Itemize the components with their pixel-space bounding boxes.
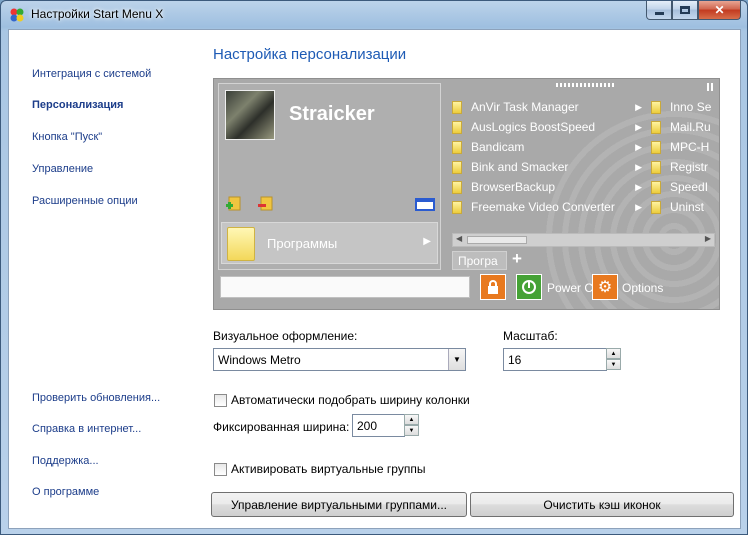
sidebar: Интеграция с системой Персонализация Кно… [9, 30, 204, 528]
power-label: Power C [547, 281, 594, 295]
grip-handle [556, 83, 616, 87]
chevron-down-icon[interactable]: ▼ [448, 349, 465, 370]
fixed-width-stepper[interactable]: 200 ▲ ▼ [352, 414, 419, 437]
program-list-2: Inno Se Mail.Ru MPC-H Registr SpeedI Uni… [651, 97, 715, 217]
settings-window: Настройки Start Menu X ✕ Интеграция с си… [0, 0, 748, 535]
folder-icon [452, 100, 462, 114]
app-icon [9, 7, 25, 23]
scale-spin-buttons: ▲ ▼ [606, 348, 621, 371]
add-tab-icon[interactable]: + [512, 249, 522, 269]
resize-grip [707, 83, 715, 91]
window-icon [415, 195, 435, 213]
visual-style-label: Визуальное оформление: [213, 329, 358, 343]
list-item[interactable]: BrowserBackup ▶ [452, 177, 642, 197]
support-link[interactable]: Поддержка... [32, 455, 99, 467]
scrollbar-thumb[interactable] [467, 236, 527, 244]
online-help-link[interactable]: Справка в интернет... [32, 423, 141, 435]
folder-icon [651, 200, 661, 214]
manage-virtual-groups-button[interactable]: Управление виртуальными группами... [211, 492, 467, 517]
folder-icon [651, 120, 661, 134]
programs-item[interactable]: Программы ▶ [221, 222, 438, 264]
client-area: Интеграция с системой Персонализация Кно… [8, 29, 741, 529]
preview-icon-row [225, 195, 435, 217]
list-item[interactable]: Freemake Video Converter ▶ [452, 197, 642, 217]
folder-icon [651, 100, 661, 114]
increment-icon[interactable]: ▲ [404, 414, 419, 425]
clear-icon-cache-button[interactable]: Очистить кэш иконок [470, 492, 734, 517]
list-item[interactable]: Inno Se [651, 97, 715, 117]
auto-width-checkbox[interactable] [214, 394, 227, 407]
title-bar[interactable]: Настройки Start Menu X ✕ [1, 1, 747, 28]
folder-icon [651, 140, 661, 154]
options-label: Options [622, 281, 664, 295]
fixed-width-spin-buttons: ▲ ▼ [404, 414, 419, 437]
fixed-width-label: Фиксированная ширина: [213, 420, 350, 434]
sidebar-item-personalization[interactable]: Персонализация [32, 99, 123, 111]
tab-programs[interactable]: Програ [452, 251, 507, 270]
gear-icon[interactable]: ⚙ [592, 274, 618, 300]
minimize-icon [654, 11, 664, 15]
folder-icon [452, 120, 462, 134]
virtual-groups-label: Активировать виртуальные группы [231, 462, 426, 476]
window-title: Настройки Start Menu X [31, 7, 164, 21]
avatar [225, 90, 275, 140]
preview-right-pane: AnVir Task Manager ▶ AusLogics BoostSpeed… [446, 83, 717, 270]
folder-icon [227, 227, 255, 261]
visual-style-value: Windows Metro [218, 353, 301, 367]
list-item[interactable]: Mail.Ru [651, 117, 715, 137]
decrement-icon[interactable]: ▼ [606, 359, 621, 370]
increment-icon[interactable]: ▲ [606, 348, 621, 359]
scale-value: 16 [508, 353, 522, 367]
close-button[interactable]: ✕ [698, 1, 741, 20]
sidebar-item-management[interactable]: Управление [32, 163, 93, 175]
add-folder-icon [225, 195, 243, 213]
programs-label: Программы [267, 236, 338, 251]
virtual-groups-checkbox[interactable] [214, 463, 227, 476]
folder-icon [452, 140, 462, 154]
list-item[interactable]: AusLogics BoostSpeed ▶ [452, 117, 642, 137]
check-updates-link[interactable]: Проверить обновления... [32, 392, 160, 404]
page-title: Настройка персонализации [213, 46, 407, 63]
list-item[interactable]: Bandicam ▶ [452, 137, 642, 157]
fixed-width-value: 200 [357, 419, 378, 433]
list-item[interactable]: AnVir Task Manager ▶ [452, 97, 642, 117]
chevron-right-icon: ▶ [423, 236, 431, 247]
visual-style-select[interactable]: Windows Metro ▼ [213, 348, 466, 371]
lock-icon[interactable] [480, 274, 506, 300]
horizontal-scrollbar[interactable]: ◀ ▶ [452, 233, 715, 247]
close-icon: ✕ [714, 3, 725, 17]
sidebar-item-integration[interactable]: Интеграция с системой [32, 68, 151, 80]
scroll-left-icon[interactable]: ◀ [456, 234, 462, 243]
scroll-right-icon[interactable]: ▶ [705, 234, 711, 243]
menu-preview: Straicker Программы ▶ AnVir Task Manager… [213, 78, 720, 310]
list-item[interactable]: SpeedI [651, 177, 715, 197]
list-item[interactable]: MPC-H [651, 137, 715, 157]
preview-username: Straicker [289, 103, 375, 125]
scale-stepper[interactable]: 16 ▲ ▼ [503, 348, 621, 371]
folder-icon [651, 160, 661, 174]
list-item[interactable]: Bink and Smacker ▶ [452, 157, 642, 177]
program-list: AnVir Task Manager ▶ AusLogics BoostSpeed… [452, 97, 642, 217]
caption-buttons: ✕ [646, 1, 741, 20]
maximize-icon [680, 6, 690, 14]
folder-icon [651, 180, 661, 194]
power-icon[interactable] [516, 274, 542, 300]
decrement-icon[interactable]: ▼ [404, 425, 419, 436]
list-item[interactable]: Uninst [651, 197, 715, 217]
about-link[interactable]: О программе [32, 486, 99, 498]
maximize-button[interactable] [672, 1, 698, 20]
auto-width-label: Автоматически подобрать ширину колонки [231, 393, 470, 407]
folder-icon [452, 200, 462, 214]
folder-icon [452, 160, 462, 174]
sidebar-item-start-button[interactable]: Кнопка "Пуск" [32, 131, 102, 143]
folder-icon [452, 180, 462, 194]
minimize-button[interactable] [646, 1, 672, 20]
preview-search-input[interactable] [220, 276, 470, 298]
list-item[interactable]: Registr [651, 157, 715, 177]
remove-folder-icon [257, 195, 275, 213]
preview-left-pane: Straicker Программы ▶ [218, 83, 441, 270]
sidebar-item-advanced[interactable]: Расширенные опции [32, 195, 138, 207]
scale-label: Масштаб: [503, 329, 558, 343]
